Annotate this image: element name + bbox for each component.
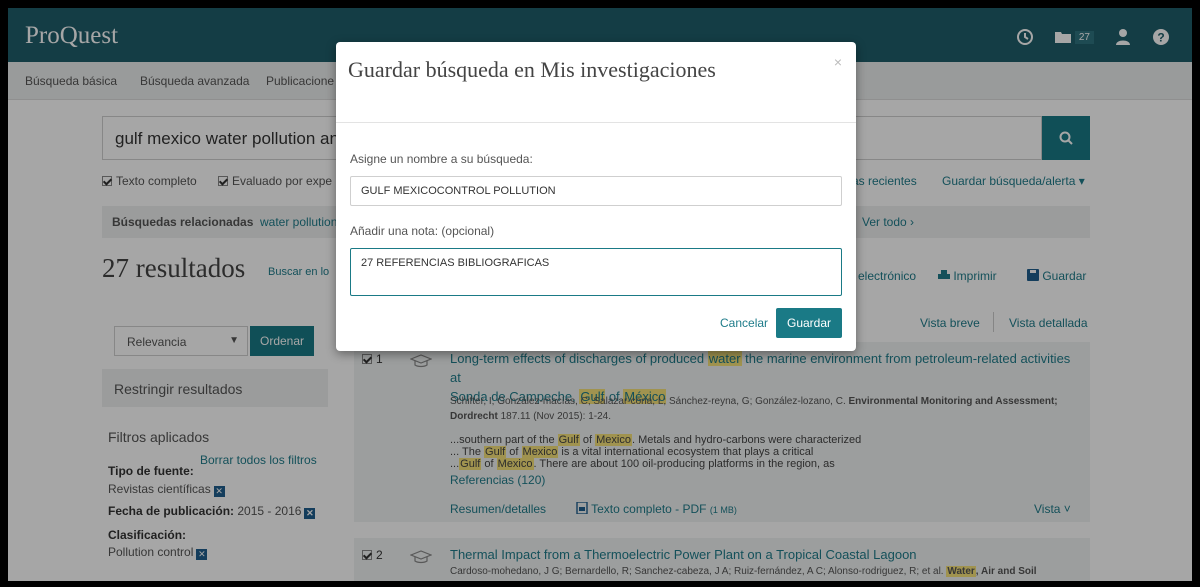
search-name-input[interactable]: [350, 176, 842, 206]
close-icon[interactable]: ×: [834, 54, 842, 70]
dialog-divider: [336, 122, 856, 123]
cancel-button[interactable]: Cancelar: [720, 316, 768, 330]
save-button[interactable]: Guardar: [776, 308, 842, 338]
note-textarea[interactable]: 27 REFERENCIAS BIBLIOGRAFICAS: [350, 248, 842, 296]
dialog-title: Guardar búsqueda en Mis investigaciones: [348, 57, 716, 82]
search-name-label: Asigne un nombre a su búsqueda:: [350, 152, 533, 166]
save-search-dialog: Guardar búsqueda en Mis investigaciones …: [336, 42, 856, 351]
note-label: Añadir una nota: (opcional): [350, 224, 495, 238]
browser-page: ProQuest 27 ? Búsqueda básica Búsqueda a…: [8, 8, 1192, 581]
